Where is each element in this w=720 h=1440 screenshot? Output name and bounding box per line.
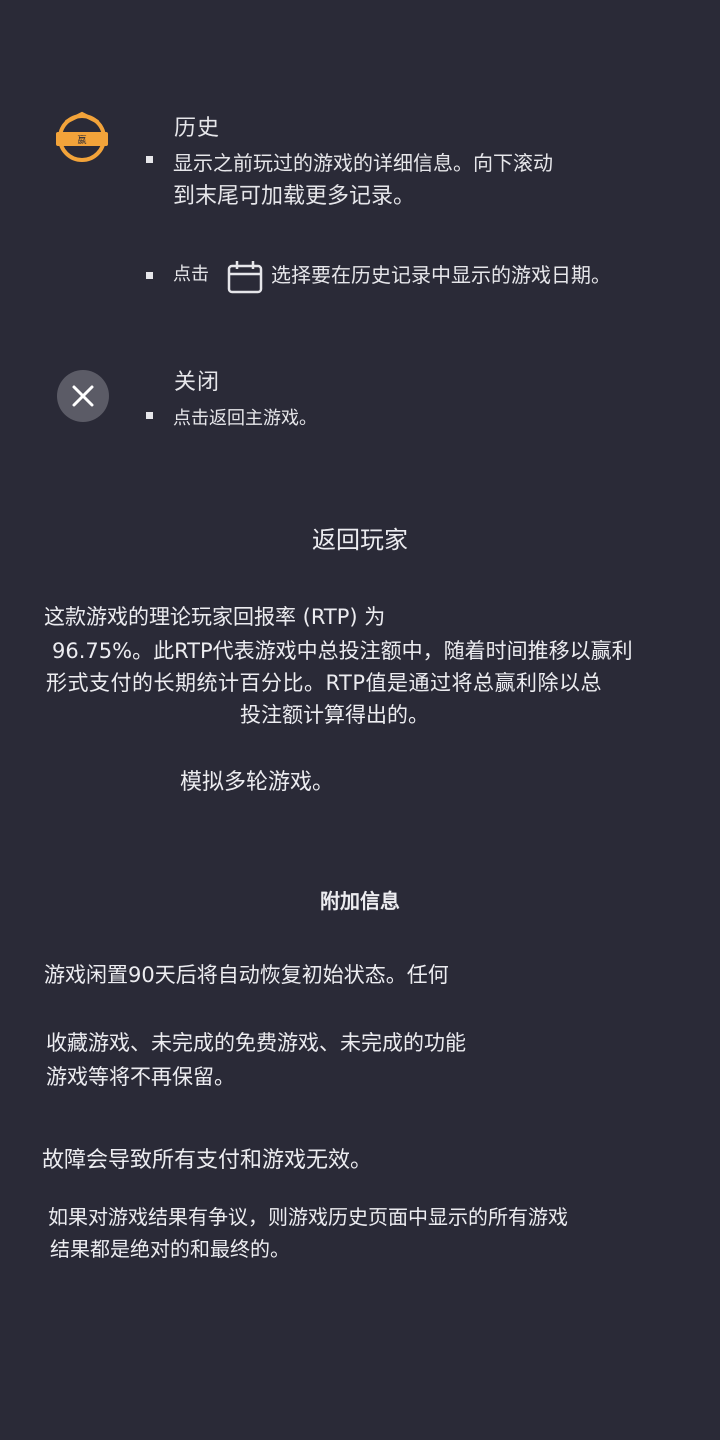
badge-text: 嬴 — [77, 134, 86, 146]
bullet-dot — [146, 412, 153, 419]
rtp-line-3: 形式支付的长期统计百分比。RTP值是通过将总赢利除以总 — [46, 671, 603, 695]
history-title: 历史 — [174, 116, 221, 141]
history-bullet-1-line-1: 显示之前玩过的游戏的详细信息。向下滚动 — [173, 151, 553, 175]
history-bullet-1: 显示之前玩过的游戏的详细信息。向下滚动 到末尾可加载更多记录。 — [146, 146, 686, 214]
history-bullet-2: 点击 选择要在历史记录中显示的游戏日期。 — [146, 258, 706, 294]
close-icon — [72, 385, 94, 407]
extra-p3: 故障会导致所有支付和游戏无效。 — [42, 1148, 373, 1173]
bullet-dot — [146, 271, 153, 279]
close-bullet: 点击返回主游戏。 — [146, 402, 686, 436]
bullet-dot — [146, 156, 153, 163]
close-bullet-text: 点击返回主游戏。 — [173, 408, 317, 429]
calendar-icon[interactable] — [227, 260, 263, 294]
close-button[interactable] — [57, 370, 109, 422]
rtp-line-1: 这款游戏的理论玩家回报率 (RTP) 为 — [44, 605, 386, 629]
rtp-heading: 返回玩家 — [312, 526, 408, 554]
close-title: 关闭 — [174, 370, 221, 395]
history-bullet-1-line-2: 到末尾可加载更多记录。 — [173, 184, 416, 209]
history-bullet-2-suffix: 选择要在历史记录中显示的游戏日期。 — [271, 263, 611, 287]
rtp-line-4: 投注额计算得出的。 — [240, 703, 429, 727]
extra-p2-line-1: 收藏游戏、未完成的免费游戏、未完成的功能 — [46, 1031, 466, 1055]
rtp-line-2: 96.75%。此RTP代表游戏中总投注额中，随着时间推移以赢利 — [52, 639, 633, 663]
trophy-badge-icon: 嬴 — [52, 110, 112, 170]
extra-p4-line-1: 如果对游戏结果有争议，则游戏历史页面中显示的所有游戏 — [48, 1205, 568, 1229]
extra-p1: 游戏闲置90天后将自动恢复初始状态。任何 — [44, 963, 449, 987]
extra-p4-line-2: 结果都是绝对的和最终的。 — [50, 1237, 290, 1261]
extra-p2-line-2: 游戏等将不再保留。 — [46, 1065, 235, 1089]
history-bullet-2-prefix: 点击 — [173, 264, 209, 285]
extra-heading: 附加信息 — [320, 889, 400, 913]
rtp-line-5: 模拟多轮游戏。 — [180, 770, 335, 795]
